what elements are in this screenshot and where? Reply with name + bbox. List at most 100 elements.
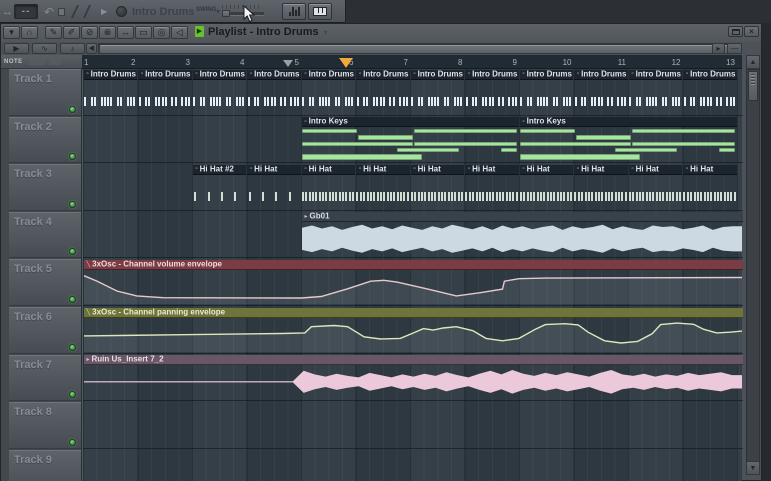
clip-title-bar[interactable]: ▫ Intro Drums [301, 69, 355, 80]
clip-intro-drums[interactable]: ▫ Intro Drums [356, 69, 410, 116]
clip-intro-drums[interactable]: ▫ Intro Drums [301, 69, 355, 116]
clip-hi-hat[interactable]: ▫ Hi Hat [301, 164, 355, 211]
zoom-tool-button[interactable]: ◎ [153, 26, 170, 39]
clip-title-bar[interactable]: ▫ Intro Drums [138, 69, 192, 80]
clip-title-bar[interactable]: ▸ Ruin Us_Insert 7_2 [83, 355, 743, 366]
mini-play-icon[interactable]: ▶ [101, 4, 107, 19]
clip-title-bar[interactable]: ▫ Hi Hat [628, 164, 682, 175]
clip-title-bar[interactable]: ▫ Hi Hat [301, 164, 355, 175]
clip-hi-hat[interactable]: ▫ Hi Hat [574, 164, 628, 211]
hscroll-thumb[interactable] [100, 45, 737, 53]
timeline-ruler[interactable]: 1 2 3 4 5 6 7 8 9 10 11 12 13 [82, 55, 742, 69]
pattern-caret-icon[interactable]: ▾ [216, 4, 220, 19]
automation-curve[interactable] [83, 318, 743, 353]
track-lane-7[interactable]: ▸ Ruin Us_Insert 7_2 [83, 355, 743, 402]
clip-title-bar[interactable]: ▫ Intro Drums [247, 69, 301, 80]
draw-tool-button[interactable]: ✎ [45, 26, 62, 39]
clip-title-bar[interactable]: ▫ Intro Drums [356, 69, 410, 80]
minimize-button[interactable]: — [727, 43, 742, 54]
track-enable-led[interactable] [69, 105, 76, 113]
clip-title-bar[interactable]: ╲ 3xOsc - Channel panning envelope [83, 307, 743, 318]
track-enable-led[interactable] [69, 343, 76, 351]
clip-title-bar[interactable]: ▫ Intro Drums [683, 69, 737, 80]
clip-title-bar[interactable]: ▫ Intro Drums [628, 69, 682, 80]
vertical-scrollbar[interactable] [746, 69, 760, 474]
track-header-9[interactable]: Track 9 [9, 449, 81, 481]
clip-title-bar[interactable]: ▫ Intro Drums [519, 69, 573, 80]
track-enable-led[interactable] [69, 200, 76, 208]
hscroll-left-button[interactable]: ◀ [86, 43, 97, 54]
clip-hi-hat[interactable]: ▫ Hi Hat [356, 164, 410, 211]
track-lane-3[interactable]: ▫ Hi Hat #2 ▫ Hi Hat ▫ Hi Hat ▫ Hi Hat ▫ Hi Hat ▫ H… [83, 164, 743, 211]
track-lane-1[interactable]: ▫ Intro Drums ▫ Intro Drums ▫ Intro Drums ▫ Int… [83, 69, 743, 116]
select-tool-button[interactable]: ▭ [135, 26, 152, 39]
clip-3xosc-channel-volume-envelope[interactable]: ╲ 3xOsc - Channel volume envelope [83, 259, 743, 306]
clip-intro-drums[interactable]: ▫ Intro Drums [465, 69, 519, 116]
playlist-grid[interactable]: ▫ Intro Drums ▫ Intro Drums ▫ Intro Drums ▫ Int… [82, 69, 743, 481]
clip-hi-hat[interactable]: ▫ Hi Hat [465, 164, 519, 211]
pattern-selector[interactable]: Intro Drums [132, 4, 194, 19]
track-enable-led[interactable] [69, 438, 76, 446]
automation-curve[interactable] [83, 270, 743, 305]
track-enable-led[interactable] [69, 295, 76, 303]
clip-intro-drums[interactable]: ▫ Intro Drums [519, 69, 573, 116]
tab-automation[interactable]: ∿ [32, 43, 57, 54]
clip-title-bar[interactable]: ▫ Hi Hat #2 [192, 164, 246, 175]
playhead-marker[interactable] [283, 60, 293, 67]
clip-title-bar[interactable]: ▫ Intro Drums [465, 69, 519, 80]
track-header-7[interactable]: Track 7 [9, 354, 81, 402]
playlist-options-button[interactable]: ▾ [3, 26, 20, 39]
track-header-8[interactable]: Track 8 [9, 402, 81, 449]
detach-button[interactable]: ▸ [712, 43, 725, 54]
mute-tool-button[interactable]: ⊗ [99, 26, 116, 39]
nudge-arrows-icon[interactable]: ↔ [2, 4, 13, 19]
snap-magnet-button[interactable]: ∩ [21, 26, 38, 39]
clip-title-bar[interactable]: ▸ Gb01 [301, 212, 743, 223]
clip-intro-keys[interactable]: ▫ Intro Keys [301, 117, 519, 163]
track-lane-9[interactable] [83, 450, 743, 481]
paint-tool-button[interactable]: ✐ [63, 26, 80, 39]
vscroll-up-button[interactable]: ▲ [746, 55, 760, 69]
stepseq-graph-button[interactable] [282, 3, 306, 20]
clip-title-bar[interactable]: ▫ Intro Drums [192, 69, 246, 80]
track-header-1[interactable]: Track 1 [9, 69, 81, 116]
vscroll-down-button[interactable]: ▼ [746, 461, 760, 475]
clip-title-bar[interactable]: ▫ Hi Hat [519, 164, 573, 175]
clip-hi-hat[interactable]: ▫ Hi Hat [683, 164, 737, 211]
clip-gb01[interactable]: ▸ Gb01 [301, 212, 743, 258]
pattern-color-dot[interactable] [116, 6, 127, 17]
slip-tool-button[interactable]: ↔ [117, 26, 134, 39]
swing-slider-thumb[interactable] [222, 10, 230, 17]
undo-icon[interactable]: ↶ [44, 4, 54, 19]
track-header-3[interactable]: Track 3 [9, 164, 81, 211]
clip-title-bar[interactable]: ▫ Hi Hat [247, 164, 301, 175]
clip-intro-drums[interactable]: ▫ Intro Drums [628, 69, 682, 116]
selection-marker[interactable] [339, 58, 354, 68]
clip-3xosc-channel-panning-envelope[interactable]: ╲ 3xOsc - Channel panning envelope [83, 307, 743, 354]
clip-intro-drums[interactable]: ▫ Intro Drums [192, 69, 246, 116]
track-lane-2[interactable]: ▫ Intro Keys ▫ Intro Keys [83, 117, 743, 164]
playback-tool-button[interactable]: ◁ [171, 26, 188, 39]
track-lane-5[interactable]: ╲ 3xOsc - Channel volume envelope [83, 259, 743, 306]
clip-title-bar[interactable]: ▫ Intro Drums [410, 69, 464, 80]
vscroll-thumb[interactable] [748, 71, 758, 101]
clip-title-bar[interactable]: ▫ Intro Drums [574, 69, 628, 80]
tab-notes[interactable]: ♪ [60, 43, 85, 54]
clip-intro-drums[interactable]: ▫ Intro Drums [138, 69, 192, 116]
clip-title-bar[interactable]: ▫ Hi Hat [410, 164, 464, 175]
track-lane-4[interactable]: ▸ Gb01 [83, 212, 743, 259]
title-caret-icon[interactable]: ▾ [324, 26, 328, 39]
track-header-5[interactable]: Track 5 [9, 259, 81, 306]
clip-title-bar[interactable]: ╲ 3xOsc - Channel volume envelope [83, 259, 743, 270]
clip-title-bar[interactable]: ▫ Hi Hat [683, 164, 737, 175]
clip-title-bar[interactable]: ▫ Hi Hat [465, 164, 519, 175]
maximize-button[interactable] [728, 26, 743, 37]
clip-title-bar[interactable]: ▫ Intro Keys [301, 117, 519, 128]
clip-intro-drums[interactable]: ▫ Intro Drums [83, 69, 137, 116]
history-icon[interactable] [58, 8, 65, 16]
close-button[interactable]: × [744, 26, 759, 37]
clip-hi-hat[interactable]: ▫ Hi Hat [410, 164, 464, 211]
delete-tool-button[interactable]: ⊘ [81, 26, 98, 39]
clip-title-bar[interactable]: ▫ Intro Keys [519, 117, 737, 128]
keyboard-editor-button[interactable] [308, 3, 332, 20]
